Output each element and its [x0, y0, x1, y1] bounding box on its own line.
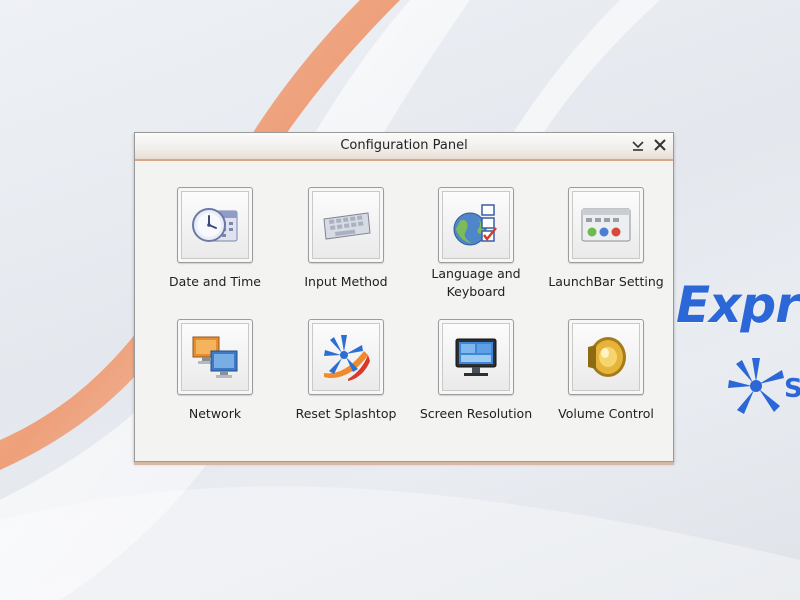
- panel-content: Date and Time Input Method Language and …: [135, 161, 673, 461]
- desktop: Expr S Configuration Panel Date and Time…: [0, 0, 800, 600]
- speaker-icon: [588, 337, 626, 377]
- volume-control-item[interactable]: Volume Control: [541, 319, 671, 423]
- globe-checklist-icon: [453, 204, 497, 246]
- date-and-time-label: Date and Time: [169, 274, 261, 289]
- screen-resolution-item[interactable]: Screen Resolution: [411, 319, 541, 423]
- reset-splashtop-item[interactable]: Reset Splashtop: [281, 319, 411, 423]
- date-and-time-button[interactable]: [177, 187, 253, 263]
- network-button[interactable]: [177, 319, 253, 395]
- title-bar[interactable]: Configuration Panel: [135, 133, 673, 161]
- language-and-keyboard-item[interactable]: Language and Keyboard: [411, 187, 541, 301]
- reset-splashtop-label: Reset Splashtop: [295, 406, 397, 421]
- keyboard-icon: [323, 212, 371, 240]
- network-item[interactable]: Network: [150, 319, 280, 423]
- chevron-down-icon: [632, 141, 644, 151]
- minimize-button[interactable]: [629, 136, 647, 154]
- network-label: Network: [188, 406, 242, 421]
- language-and-keyboard-label: Language and Keyboard: [431, 266, 521, 299]
- launchbar-setting-button[interactable]: [568, 187, 644, 263]
- window-bottom-edge: [134, 462, 674, 465]
- input-method-item[interactable]: Input Method: [281, 187, 411, 291]
- language-and-keyboard-button[interactable]: [438, 187, 514, 263]
- date-and-time-item[interactable]: Date and Time: [150, 187, 280, 291]
- splashtop-logo-icon: [728, 358, 784, 414]
- volume-control-button[interactable]: [568, 319, 644, 395]
- monitor-icon: [455, 338, 497, 376]
- splashtop-logo-icon: [324, 335, 370, 381]
- input-method-label: Input Method: [304, 274, 388, 289]
- network-computers-icon: [192, 336, 238, 378]
- launchbar-setting-label: LaunchBar Setting: [548, 274, 664, 289]
- screen-resolution-button[interactable]: [438, 319, 514, 395]
- clock-calendar-icon: [192, 208, 238, 242]
- launchbar-setting-item[interactable]: LaunchBar Setting: [541, 187, 671, 291]
- brand-letter: S: [784, 374, 800, 404]
- input-method-button[interactable]: [308, 187, 384, 263]
- brand-wordmark: Expr: [676, 276, 800, 334]
- volume-control-label: Volume Control: [558, 406, 654, 421]
- configuration-panel-window: Configuration Panel Date and Time Input …: [134, 132, 674, 465]
- close-icon: [654, 139, 666, 151]
- window-title: Configuration Panel: [340, 138, 468, 153]
- screen-resolution-label: Screen Resolution: [419, 406, 533, 421]
- launchbar-icon: [581, 208, 631, 242]
- reset-splashtop-button[interactable]: [308, 319, 384, 395]
- close-button[interactable]: [651, 136, 669, 154]
